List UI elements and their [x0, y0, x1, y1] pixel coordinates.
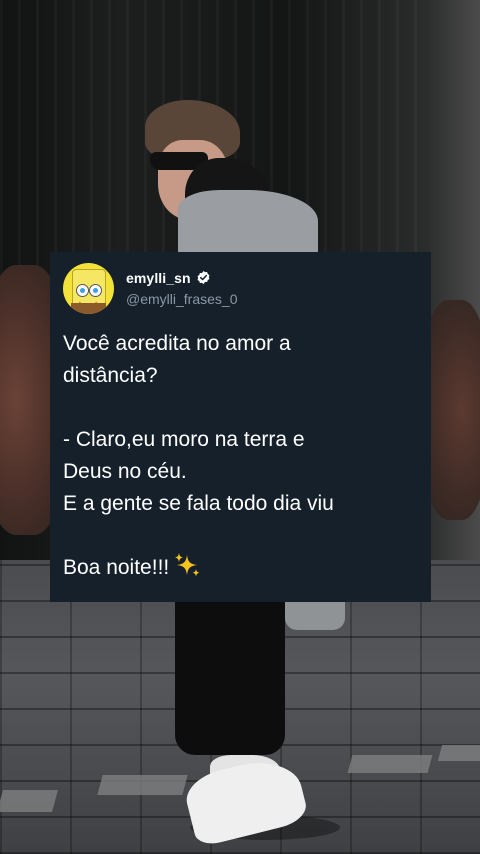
tweet-line: E a gente se fala todo dia viu: [63, 492, 334, 515]
tweet-line: Você acredita no amor a: [63, 332, 291, 355]
tweet-card[interactable]: emylli_sn @emylli_frases_0 Você acredita…: [50, 252, 431, 602]
avatar[interactable]: [63, 262, 114, 314]
sparkles-emoji-icon: [175, 553, 200, 577]
display-name-row: emylli_sn: [126, 270, 237, 286]
user-handle[interactable]: @emylli_frases_0: [126, 291, 237, 307]
tweet-header: emylli_sn @emylli_frases_0: [63, 262, 417, 314]
person-coat: [178, 190, 318, 252]
tweet-line: Deus no céu.: [63, 460, 187, 483]
person-pants: [175, 600, 285, 755]
tweet-line: distância?: [63, 364, 158, 387]
author-info: emylli_sn @emylli_frases_0: [126, 270, 237, 307]
tweet-body: Você acredita no amor a distância? - Cla…: [63, 328, 417, 584]
display-name[interactable]: emylli_sn: [126, 270, 191, 286]
tweet-closing-line: Boa noite!!!: [63, 552, 417, 584]
person-coat-tail: [285, 600, 345, 630]
verified-badge-icon: [197, 270, 210, 285]
tweet-line: - Claro,eu moro na terra e: [63, 428, 305, 451]
tweet-line: Boa noite!!!: [63, 556, 170, 579]
